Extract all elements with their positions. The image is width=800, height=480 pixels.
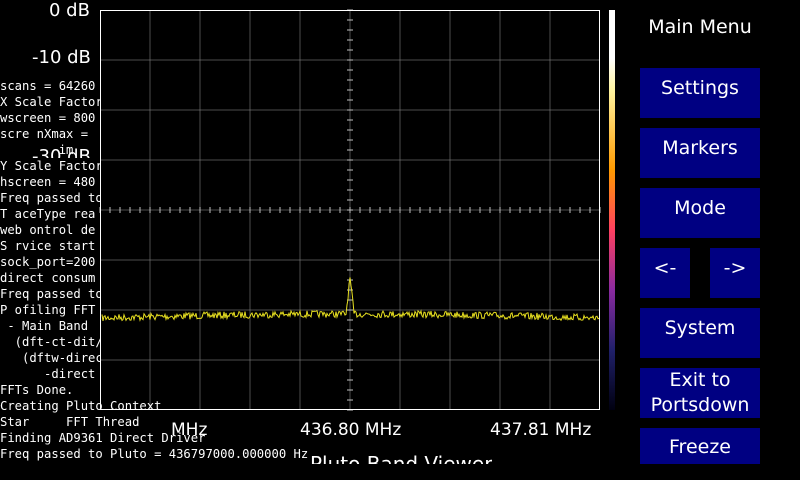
step-left-button[interactable]: <- — [640, 248, 690, 298]
main-menu-title: Main Menu — [648, 16, 752, 38]
console-line: hscreen = 480 — [0, 175, 96, 189]
exit-button-label-line2: Portsdown — [650, 394, 750, 416]
x-label-left: MHz — [171, 420, 208, 440]
console-line: sock_port=200 — [0, 255, 96, 269]
console-line: - Main Band — [0, 319, 96, 333]
console-line: direct consum — [0, 271, 96, 285]
settings-button[interactable]: Settings — [640, 68, 760, 118]
freeze-button[interactable]: Freeze — [640, 428, 760, 464]
system-button-label: System — [664, 317, 736, 339]
step-right-button[interactable]: -> — [710, 248, 760, 298]
console-line: S rvice start — [0, 239, 96, 253]
exit-to-portsdown-button[interactable]: Exit to Portsdown — [640, 368, 760, 418]
mode-button-label: Mode — [674, 197, 726, 219]
step-right-button-label: -> — [723, 257, 747, 279]
console-line: Y Scale Factor — [0, 159, 101, 173]
console-line: Freq passed to — [0, 287, 101, 301]
console-line: Creating Pluto Context — [0, 399, 162, 413]
viewer-title: Pluto Band Viewer — [310, 452, 493, 464]
console-line: web ontrol de — [0, 223, 96, 237]
console-line: (dft-ct-dit/ — [0, 335, 101, 349]
exit-button-label-line1: Exit to — [669, 369, 731, 391]
spectrum-graticule — [99, 9, 601, 411]
system-button[interactable]: System — [640, 308, 760, 358]
x-label-right: 437.81 MHz — [490, 420, 592, 440]
console-line: Freq passed to Pluto = 436797000.000000 … — [0, 447, 309, 461]
settings-button-label: Settings — [661, 77, 739, 99]
console-line: X Scale Factor — [0, 95, 101, 109]
console-line: T aceType rea — [0, 207, 96, 221]
console-line: Star FFT Thread — [0, 415, 140, 429]
console-line: (dftw-direc — [0, 351, 101, 365]
x-label-center: 436.80 MHz — [300, 420, 402, 440]
console-line: Freq passed to — [0, 191, 101, 205]
markers-button-label: Markers — [662, 137, 738, 159]
console-line: scans = 64260 — [0, 79, 96, 93]
console-line: wscreen = 800 — [0, 111, 96, 125]
y-label-0db: 0 dB — [49, 0, 90, 21]
console-line: scre nXmax = — [0, 127, 96, 141]
freeze-button-label: Freeze — [669, 436, 731, 458]
step-left-button-label: <- — [653, 257, 677, 279]
markers-button[interactable]: Markers — [640, 128, 760, 178]
console-line: im — [0, 143, 74, 157]
console-line: -direct — [0, 367, 96, 381]
console-line: P ofiling FFT — [0, 303, 96, 317]
y-label-minus10db: -10 dB — [32, 47, 91, 68]
colour-scale-bar — [609, 10, 615, 410]
console-line: FFTs Done. — [0, 383, 74, 397]
mode-button[interactable]: Mode — [640, 188, 760, 238]
